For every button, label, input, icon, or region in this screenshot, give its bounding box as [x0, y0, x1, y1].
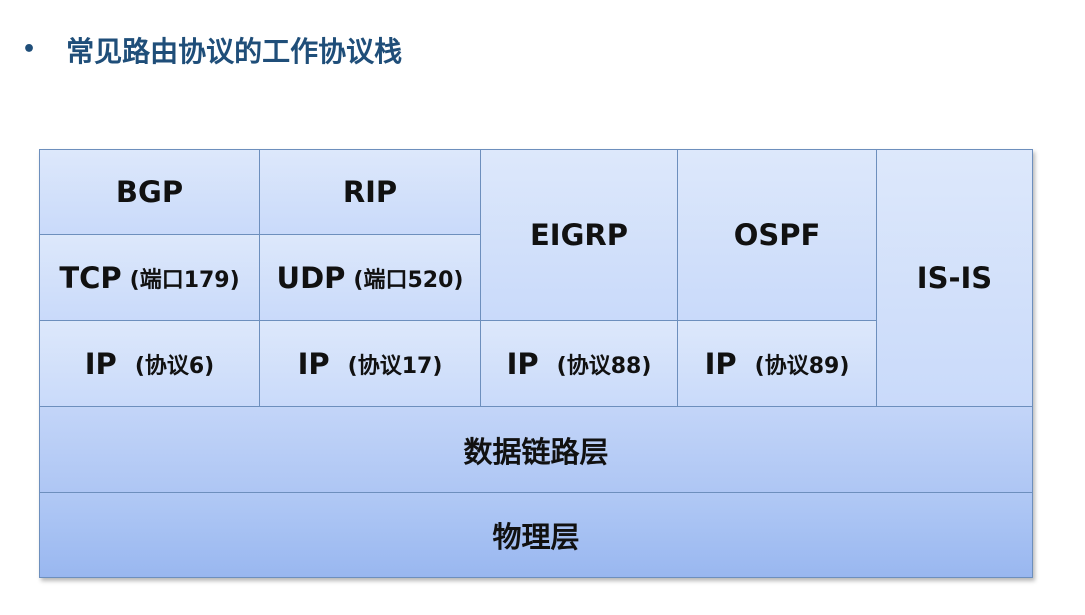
- eigrp-cell: EIGRP: [480, 149, 678, 321]
- page-title: 常见路由协议的工作协议栈: [66, 35, 403, 68]
- ip-eigrp-cell: IP (协议88): [480, 320, 678, 407]
- ip-ospf-cell: IP (协议89): [677, 320, 877, 407]
- tcp-cell: TCP (端口179): [39, 234, 260, 321]
- physical-label: 物理层: [492, 520, 580, 554]
- ospf-label: OSPF: [733, 218, 821, 252]
- ip-label: IP: [297, 346, 330, 381]
- bgp-cell: BGP: [39, 149, 260, 235]
- udp-port-label: (端口520): [353, 267, 464, 293]
- rip-label: RIP: [342, 175, 398, 209]
- ip-bgp-cell: IP (协议6): [39, 320, 260, 407]
- datalink-layer: 数据链路层: [39, 406, 1033, 493]
- ip-protocol-label: (协议17): [347, 353, 443, 379]
- physical-layer: 物理层: [39, 492, 1033, 578]
- ip-label: IP: [84, 346, 117, 381]
- protocol-stack-diagram: BGP RIP EIGRP OSPF IS-IS TCP (端口179) UDP…: [39, 149, 1033, 578]
- rip-cell: RIP: [259, 149, 481, 235]
- tcp-port-label: (端口179): [129, 267, 240, 293]
- eigrp-label: EIGRP: [530, 218, 628, 252]
- slide-title: • 常见路由协议的工作协议栈: [22, 30, 402, 70]
- isis-label: IS-IS: [916, 261, 993, 295]
- bgp-label: BGP: [115, 175, 184, 209]
- isis-cell: IS-IS: [876, 149, 1033, 407]
- ospf-cell: OSPF: [677, 149, 877, 321]
- tcp-label: TCP: [59, 260, 122, 295]
- udp-cell: UDP (端口520): [259, 234, 481, 321]
- ip-rip-cell: IP (协议17): [259, 320, 481, 407]
- bullet-icon: •: [22, 37, 37, 62]
- udp-label: UDP: [276, 260, 346, 295]
- datalink-label: 数据链路层: [463, 434, 609, 469]
- ip-protocol-label: (协议89): [754, 353, 850, 379]
- ip-label: IP: [506, 346, 539, 381]
- ip-protocol-label: (协议88): [556, 353, 652, 379]
- ip-label: IP: [704, 346, 737, 381]
- ip-protocol-label: (协议6): [134, 353, 215, 379]
